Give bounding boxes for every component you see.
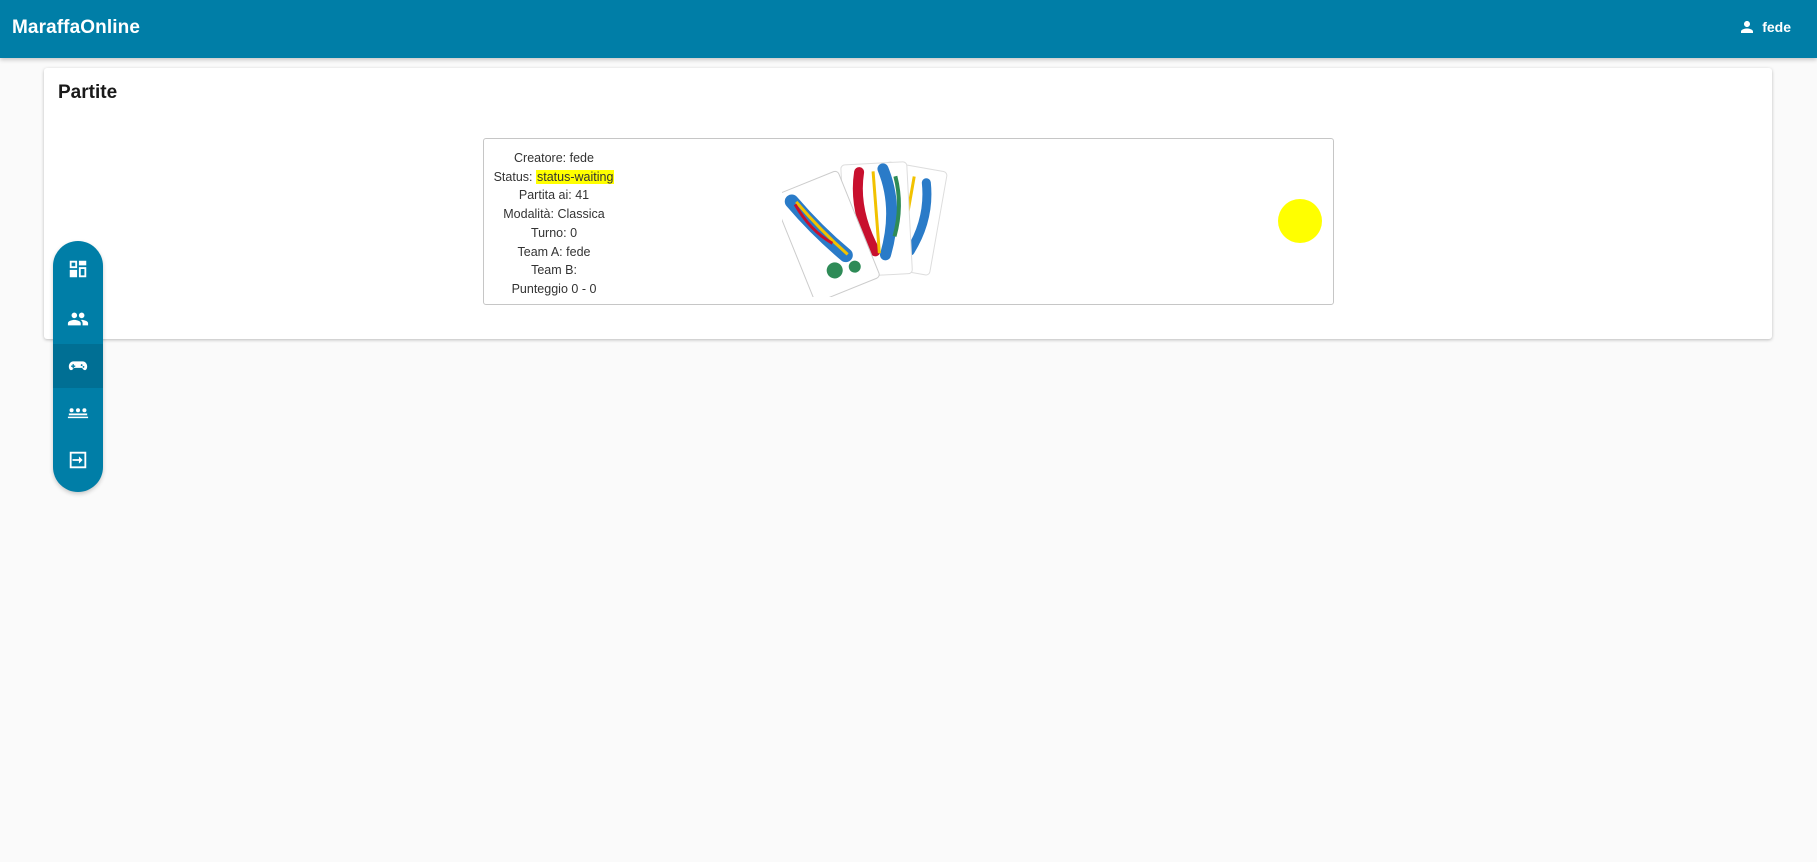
page-title: Partite <box>58 82 118 103</box>
logout-icon <box>67 449 89 471</box>
status-indicator <box>1278 199 1322 243</box>
turn-line: Turno: 0 <box>530 225 578 240</box>
score-line: Punteggio 0 - 0 <box>511 281 597 296</box>
account-icon <box>1738 18 1756 36</box>
game-info: Creatore: fede Status: status-waiting Pa… <box>484 149 624 299</box>
creator-line: Creatore: fede <box>514 151 594 165</box>
side-nav <box>53 241 103 492</box>
games-panel: Partite Creatore: fede Status: status-wa… <box>44 68 1772 339</box>
target-value: 41 <box>575 188 590 203</box>
username-label: fede <box>1762 19 1791 35</box>
people-icon <box>67 308 89 330</box>
mode-line: Modalità: Classica <box>503 207 605 222</box>
game-card[interactable]: Creatore: fede Status: status-waiting Pa… <box>483 138 1334 305</box>
status-value: status-waiting <box>535 169 615 184</box>
nav-players[interactable] <box>53 297 103 341</box>
team-a-line: Team A: fede <box>517 244 591 259</box>
dashboard-icon <box>67 258 89 280</box>
team-b-line: Team B: <box>531 263 577 278</box>
target-line: Partita ai: 41 <box>518 188 590 203</box>
app-title[interactable]: MaraffaOnline <box>12 17 140 39</box>
status-line: Status: status-waiting <box>493 169 615 184</box>
nav-logout[interactable] <box>53 438 103 482</box>
turn-value: 0 <box>570 225 578 240</box>
nav-games[interactable] <box>53 344 103 388</box>
groups-icon <box>67 402 89 424</box>
nav-groups[interactable] <box>53 391 103 435</box>
playing-cards-image <box>773 157 952 303</box>
team-a-value: fede <box>566 244 591 259</box>
top-app-bar: MaraffaOnline fede <box>0 0 1817 58</box>
mode-value: Classica <box>557 207 605 222</box>
user-menu-button[interactable]: fede <box>1738 18 1791 36</box>
gamepad-icon <box>67 355 89 377</box>
nav-dashboard[interactable] <box>53 247 103 291</box>
score-value: 0 - 0 <box>571 281 597 296</box>
creator-value: fede <box>569 151 594 165</box>
